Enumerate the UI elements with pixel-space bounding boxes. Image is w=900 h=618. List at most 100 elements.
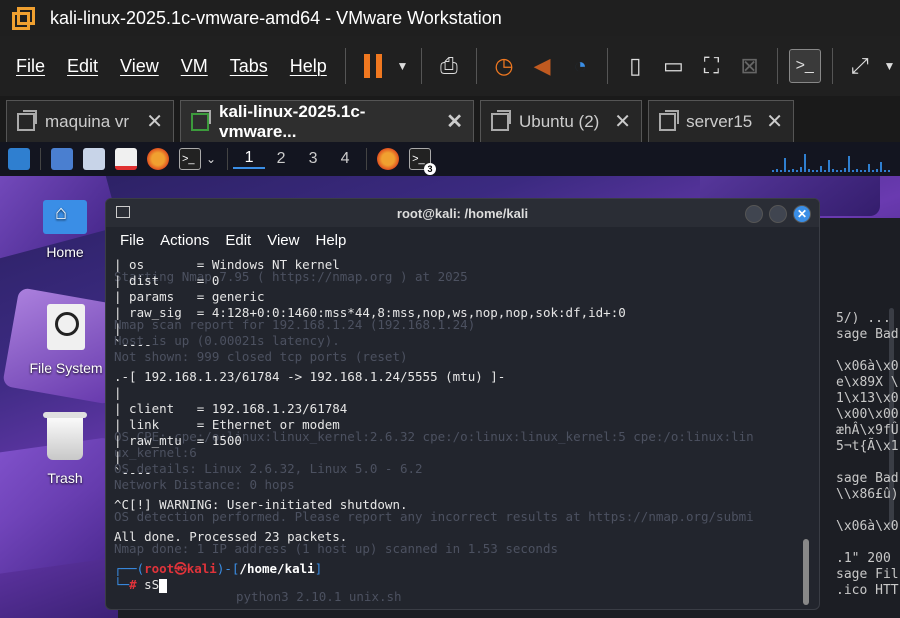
menu-help[interactable]: Help	[290, 56, 327, 77]
firefox-window-icon[interactable]	[377, 148, 400, 170]
kali-menu-icon[interactable]	[8, 148, 30, 170]
close-icon[interactable]: ✕	[446, 109, 463, 134]
show-desktop-icon[interactable]	[51, 148, 73, 170]
desktop-icon-label: Home	[46, 244, 84, 260]
desktop-icon-label: Trash	[47, 470, 83, 486]
close-button[interactable]: ✕	[793, 205, 811, 223]
desktop-icon-file-system[interactable]: File System	[18, 304, 114, 376]
bg-terminal-visible-text: 5/) ... sage Bad \x06à\x0 e\x89X \ 1\x13…	[836, 311, 899, 598]
toolbar-divider	[420, 48, 422, 84]
stretch-guest-icon[interactable]: ⤢	[844, 49, 876, 83]
show-library-icon[interactable]: ▯	[619, 49, 651, 83]
terminal-command: sS	[144, 577, 160, 592]
window-count-badge: 3	[424, 163, 437, 175]
terminal-menu-actions[interactable]: Actions	[160, 232, 209, 249]
cpu-graph-bar	[860, 170, 862, 172]
menu-file[interactable]: File	[16, 56, 45, 77]
toolbar-divider	[776, 48, 778, 84]
terminal-line: | dist = 0	[114, 273, 220, 288]
terminal-output[interactable]: | os = Windows NT kernel | dist = 0 | para…	[114, 257, 804, 607]
snapshot-manager-icon[interactable]: ◔	[564, 49, 596, 83]
terminal-icon	[116, 206, 130, 218]
thumbnail-bar-icon[interactable]: ▭	[657, 49, 689, 83]
cpu-graph-bar	[776, 169, 778, 172]
desktop-icon-label: File System	[29, 360, 103, 376]
console-view-icon[interactable]: >_	[788, 49, 821, 83]
terminal-menubar: File Actions Edit View Help	[106, 227, 819, 253]
window-titlebar: kali-linux-2025.1c-vmware-amd64 - VMware…	[0, 0, 900, 36]
cpu-graph-bar	[784, 158, 786, 172]
menu-edit[interactable]: Edit	[67, 56, 98, 77]
terminal-menu-help[interactable]: Help	[315, 232, 346, 249]
tab-label: kali-linux-2025.1c-vmware...	[219, 101, 366, 141]
text-editor-icon[interactable]	[115, 148, 137, 170]
workspace-4[interactable]: 4	[329, 150, 361, 168]
take-snapshot-icon[interactable]: ◷	[488, 49, 520, 83]
desktop-icon-home[interactable]: Home	[20, 200, 110, 260]
workspace-3[interactable]: 3	[297, 150, 329, 168]
tab-maquina-vr[interactable]: maquina vr ✕	[6, 100, 174, 142]
cpu-graph-bar	[808, 169, 810, 172]
tab-ubuntu-2[interactable]: Ubuntu (2) ✕	[480, 100, 642, 142]
send-ctrl-alt-del-icon[interactable]: ⎙	[433, 49, 465, 83]
terminal-icon[interactable]: >_	[179, 148, 201, 170]
terminal-window[interactable]: root@kali: /home/kali ✕ File Actions Edi…	[105, 198, 820, 610]
toolbar-divider	[344, 48, 346, 84]
terminal-menu-file[interactable]: File	[120, 232, 144, 249]
full-screen-icon[interactable]: ⛶	[695, 49, 727, 83]
cpu-graph-bar	[856, 169, 858, 172]
tab-label: server15	[686, 111, 753, 131]
maximize-button[interactable]	[769, 205, 787, 223]
cpu-graph-bar	[824, 170, 826, 172]
workspace-2[interactable]: 2	[265, 150, 297, 168]
tab-kali-linux[interactable]: kali-linux-2025.1c-vmware... ✕	[180, 100, 474, 142]
toolbar-divider	[607, 48, 609, 84]
pause-button[interactable]	[357, 49, 389, 83]
terminal-command-line[interactable]: └─# sS	[114, 577, 804, 593]
cpu-graph-bar	[820, 166, 822, 172]
tab-server15[interactable]: server15 ✕	[648, 100, 794, 142]
vm-icon	[491, 109, 511, 131]
tab-label: maquina vr	[45, 111, 130, 131]
cpu-graph-bar	[816, 170, 818, 172]
revert-snapshot-icon[interactable]: ◀	[526, 49, 558, 83]
menu-toolbar: File Edit View VM Tabs Help ▼ ⎙ ◷ ◀ ◔ ▯ …	[0, 36, 900, 96]
pause-dropdown-icon[interactable]: ▼	[395, 49, 410, 83]
unity-icon[interactable]: ⊠	[734, 49, 766, 83]
cpu-graph-bar	[792, 169, 794, 172]
cpu-graph	[772, 150, 892, 172]
terminal-menu-edit[interactable]: Edit	[225, 232, 251, 249]
cpu-graph-bar	[876, 169, 878, 172]
terminal-line: | params = generic	[114, 289, 265, 304]
cpu-graph-bar	[836, 170, 838, 172]
cpu-graph-bar	[800, 167, 802, 172]
terminal-scrollbar[interactable]	[803, 539, 809, 605]
menu-vm[interactable]: VM	[181, 56, 208, 77]
close-icon[interactable]: ✕	[766, 109, 783, 134]
cpu-graph-bar	[884, 170, 886, 172]
menu-tabs[interactable]: Tabs	[230, 56, 268, 77]
terminal-line: `----	[114, 465, 152, 480]
stretch-dropdown-icon[interactable]: ▼	[882, 49, 897, 83]
terminal-menu-view[interactable]: View	[267, 232, 299, 249]
workspace-1[interactable]: 1	[233, 149, 266, 169]
chevron-down-icon[interactable]: ⌄	[206, 152, 216, 166]
terminal-window-icon[interactable]: >_ 3	[409, 148, 437, 175]
cpu-graph-bar	[848, 156, 850, 172]
menu-view[interactable]: View	[120, 56, 159, 77]
terminal-line: | link = Ethernet or modem	[114, 417, 340, 432]
firefox-icon[interactable]	[147, 148, 169, 170]
terminal-line: `----	[114, 337, 152, 352]
close-icon[interactable]: ✕	[614, 109, 631, 134]
file-manager-icon[interactable]	[83, 148, 105, 170]
close-icon[interactable]: ✕	[146, 109, 163, 134]
desktop-icon-trash[interactable]: Trash	[20, 412, 110, 486]
minimize-button[interactable]	[745, 205, 763, 223]
panel-divider	[366, 148, 368, 170]
terminal-titlebar[interactable]: root@kali: /home/kali ✕	[106, 199, 819, 227]
vm-running-icon	[191, 109, 211, 131]
terminal-line: | raw_mtu = 1500	[114, 433, 242, 448]
